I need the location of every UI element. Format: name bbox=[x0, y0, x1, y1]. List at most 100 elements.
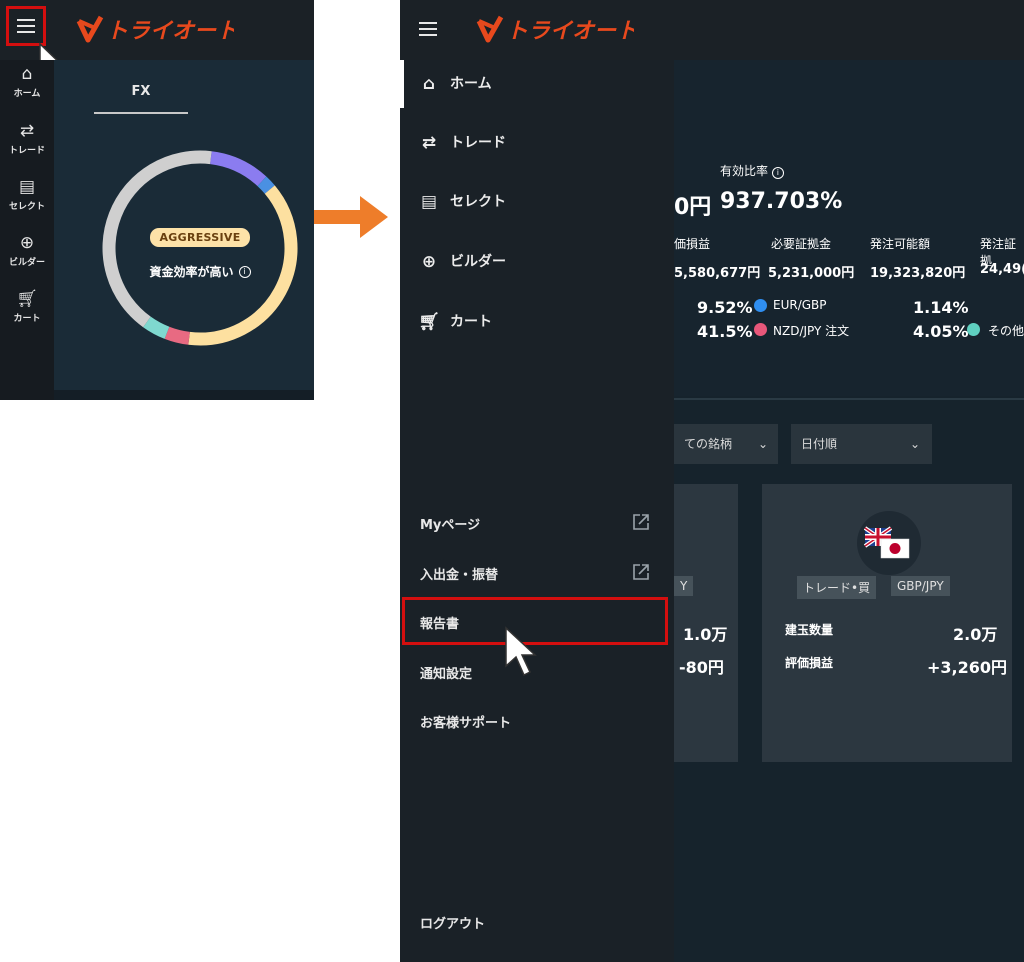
donut-subtitle: 資金効率が高い bbox=[149, 265, 234, 279]
logo-mark-icon: トライオート bbox=[76, 15, 238, 44]
builder-icon: ⊕ bbox=[19, 233, 35, 253]
alloc-dot-icon bbox=[967, 323, 980, 336]
rail-item-select[interactable]: ▤ セレクト bbox=[0, 177, 54, 212]
alloc-dot-icon bbox=[754, 323, 767, 336]
card-left-value1: 1.0万 bbox=[683, 625, 728, 644]
symbol-filter[interactable]: ての銘柄 ⌄ bbox=[674, 424, 778, 464]
allocation-donut bbox=[102, 150, 298, 346]
info-icon[interactable]: i bbox=[238, 265, 251, 278]
yen-partial: 0円 bbox=[674, 195, 712, 220]
divider bbox=[674, 398, 1024, 400]
donut-segment bbox=[257, 176, 275, 194]
link-report[interactable]: 報告書 bbox=[420, 613, 459, 632]
rail-item-trade[interactable]: ⇄ トレード bbox=[0, 121, 54, 156]
rail-item-builder[interactable]: ⊕ ビルダー bbox=[0, 233, 54, 268]
menu-label: セレクト bbox=[450, 194, 506, 210]
menu-label: トレード bbox=[450, 135, 506, 151]
brand-logo: トライオート bbox=[76, 12, 238, 50]
rail-label: カート bbox=[13, 314, 41, 324]
menu-item-home[interactable]: ⌂ ホーム bbox=[418, 72, 492, 96]
donut-center: AGGRESSIVE bbox=[100, 226, 300, 247]
symbol-filter-label: ての銘柄 bbox=[684, 437, 733, 451]
tab-fx[interactable]: FX bbox=[94, 84, 188, 99]
link-support[interactable]: お客様サポート bbox=[420, 712, 511, 731]
alloc-pct2-1: 1.14% bbox=[913, 298, 969, 317]
trade-icon: ⇄ bbox=[421, 133, 437, 153]
link-mypage[interactable]: Myページ bbox=[420, 514, 480, 533]
trade-icon: ⇄ bbox=[19, 121, 35, 141]
link-deposit[interactable]: 入出金・振替 bbox=[420, 564, 498, 583]
link-notification-settings[interactable]: 通知設定 bbox=[420, 663, 472, 682]
menu-label: ビルダー bbox=[450, 254, 506, 270]
info-icon[interactable]: i bbox=[771, 167, 784, 179]
menu-item-cart[interactable]: 🛒︎ カート bbox=[418, 310, 492, 334]
hamburger-menu-icon[interactable] bbox=[17, 19, 35, 33]
logo-mark-icon: トライオート bbox=[476, 15, 638, 44]
chevron-down-icon: ⌄ bbox=[757, 437, 768, 451]
ratio-label: 有効比率 bbox=[720, 164, 769, 178]
col-value-4: 24,49( bbox=[980, 262, 1024, 277]
card-row1-label: 建玉数量 bbox=[785, 623, 834, 637]
card-left-pill: Y bbox=[674, 576, 694, 596]
select-icon: ▤ bbox=[18, 177, 36, 197]
cart-icon: 🛒︎ bbox=[418, 312, 440, 332]
card-row1-value: 2.0万 bbox=[953, 625, 998, 644]
tab-underline bbox=[94, 112, 188, 114]
home-icon: ⌂ bbox=[422, 74, 436, 94]
alloc-pair-2: NZD/JPY 注文 bbox=[773, 324, 850, 338]
col-value-2: 5,231,000円 bbox=[768, 266, 855, 281]
logout-link[interactable]: ログアウト bbox=[420, 913, 485, 932]
left-screenshot: トライオート ⌂ ホーム ⇄ トレード ▤ セレクト ⊕ ビルダー 🛒︎ カート bbox=[0, 0, 314, 400]
donut-segment bbox=[164, 326, 191, 345]
menu-item-builder[interactable]: ⊕ ビルダー bbox=[418, 250, 506, 274]
rail-label: セレクト bbox=[8, 202, 45, 212]
flag-badge bbox=[857, 511, 921, 575]
gbp-jpy-flag-icon bbox=[863, 526, 910, 559]
right-screenshot: トライオート 有効比率 i 0円 937.703% 価損益 必要証拠金 発注可能… bbox=[400, 0, 1024, 962]
active-indicator bbox=[400, 60, 404, 108]
card-pair-pill: GBP/JPY bbox=[891, 576, 950, 596]
external-link-icon bbox=[633, 564, 649, 580]
ratio-label-row: 有効比率 i bbox=[720, 162, 784, 179]
col-label-2: 必要証拠金 bbox=[771, 237, 832, 251]
hamburger-menu-icon[interactable] bbox=[419, 22, 437, 36]
alloc-pct2-2: 4.05% bbox=[913, 322, 969, 341]
builder-icon: ⊕ bbox=[421, 252, 437, 272]
rail-label: トレード bbox=[8, 146, 45, 156]
select-icon: ▤ bbox=[420, 192, 438, 212]
card-trade-pill: トレード•買 bbox=[797, 576, 877, 599]
rail-label: ビルダー bbox=[8, 258, 45, 268]
card-row2-label: 評価損益 bbox=[785, 656, 834, 670]
col-value-1: 5,580,677円 bbox=[674, 266, 761, 281]
cart-icon: 🛒︎ bbox=[16, 289, 38, 309]
sort-filter-label: 日付順 bbox=[801, 437, 838, 451]
summary-panel bbox=[674, 60, 1024, 396]
menu-label: ホーム bbox=[450, 76, 492, 92]
mouse-cursor-icon bbox=[505, 626, 537, 677]
logo-text: トライオート bbox=[106, 19, 234, 44]
alloc-pct-2: 41.5% bbox=[697, 322, 753, 341]
ratio-value: 937.703% bbox=[720, 189, 843, 214]
sort-filter[interactable]: 日付順 ⌄ bbox=[791, 424, 932, 464]
home-icon: ⌂ bbox=[21, 64, 33, 84]
menu-item-trade[interactable]: ⇄ トレード bbox=[418, 131, 506, 155]
donut-segment bbox=[143, 316, 170, 339]
external-link-icon bbox=[633, 514, 649, 530]
card-row2-value: +3,260円 bbox=[927, 658, 1008, 677]
side-rail bbox=[0, 60, 54, 400]
menu-label: カート bbox=[450, 314, 492, 330]
donut-subtitle-row: 資金効率が高い i bbox=[100, 261, 300, 280]
menu-item-select[interactable]: ▤ セレクト bbox=[418, 190, 506, 214]
alloc-tail: その他 bbox=[988, 324, 1024, 338]
transition-arrow-icon bbox=[314, 196, 388, 238]
rail-item-cart[interactable]: 🛒︎ カート bbox=[0, 289, 54, 324]
brand-logo: トライオート bbox=[476, 12, 638, 50]
alloc-dot-icon bbox=[754, 299, 767, 312]
rail-label: ホーム bbox=[13, 89, 41, 99]
chevron-down-icon: ⌄ bbox=[909, 437, 920, 451]
logo-text: トライオート bbox=[506, 19, 634, 44]
col-label-1: 価損益 bbox=[674, 237, 711, 251]
col-value-3: 19,323,820円 bbox=[870, 266, 966, 281]
col-label-3: 発注可能額 bbox=[870, 237, 931, 251]
rail-item-home[interactable]: ⌂ ホーム bbox=[0, 64, 54, 99]
